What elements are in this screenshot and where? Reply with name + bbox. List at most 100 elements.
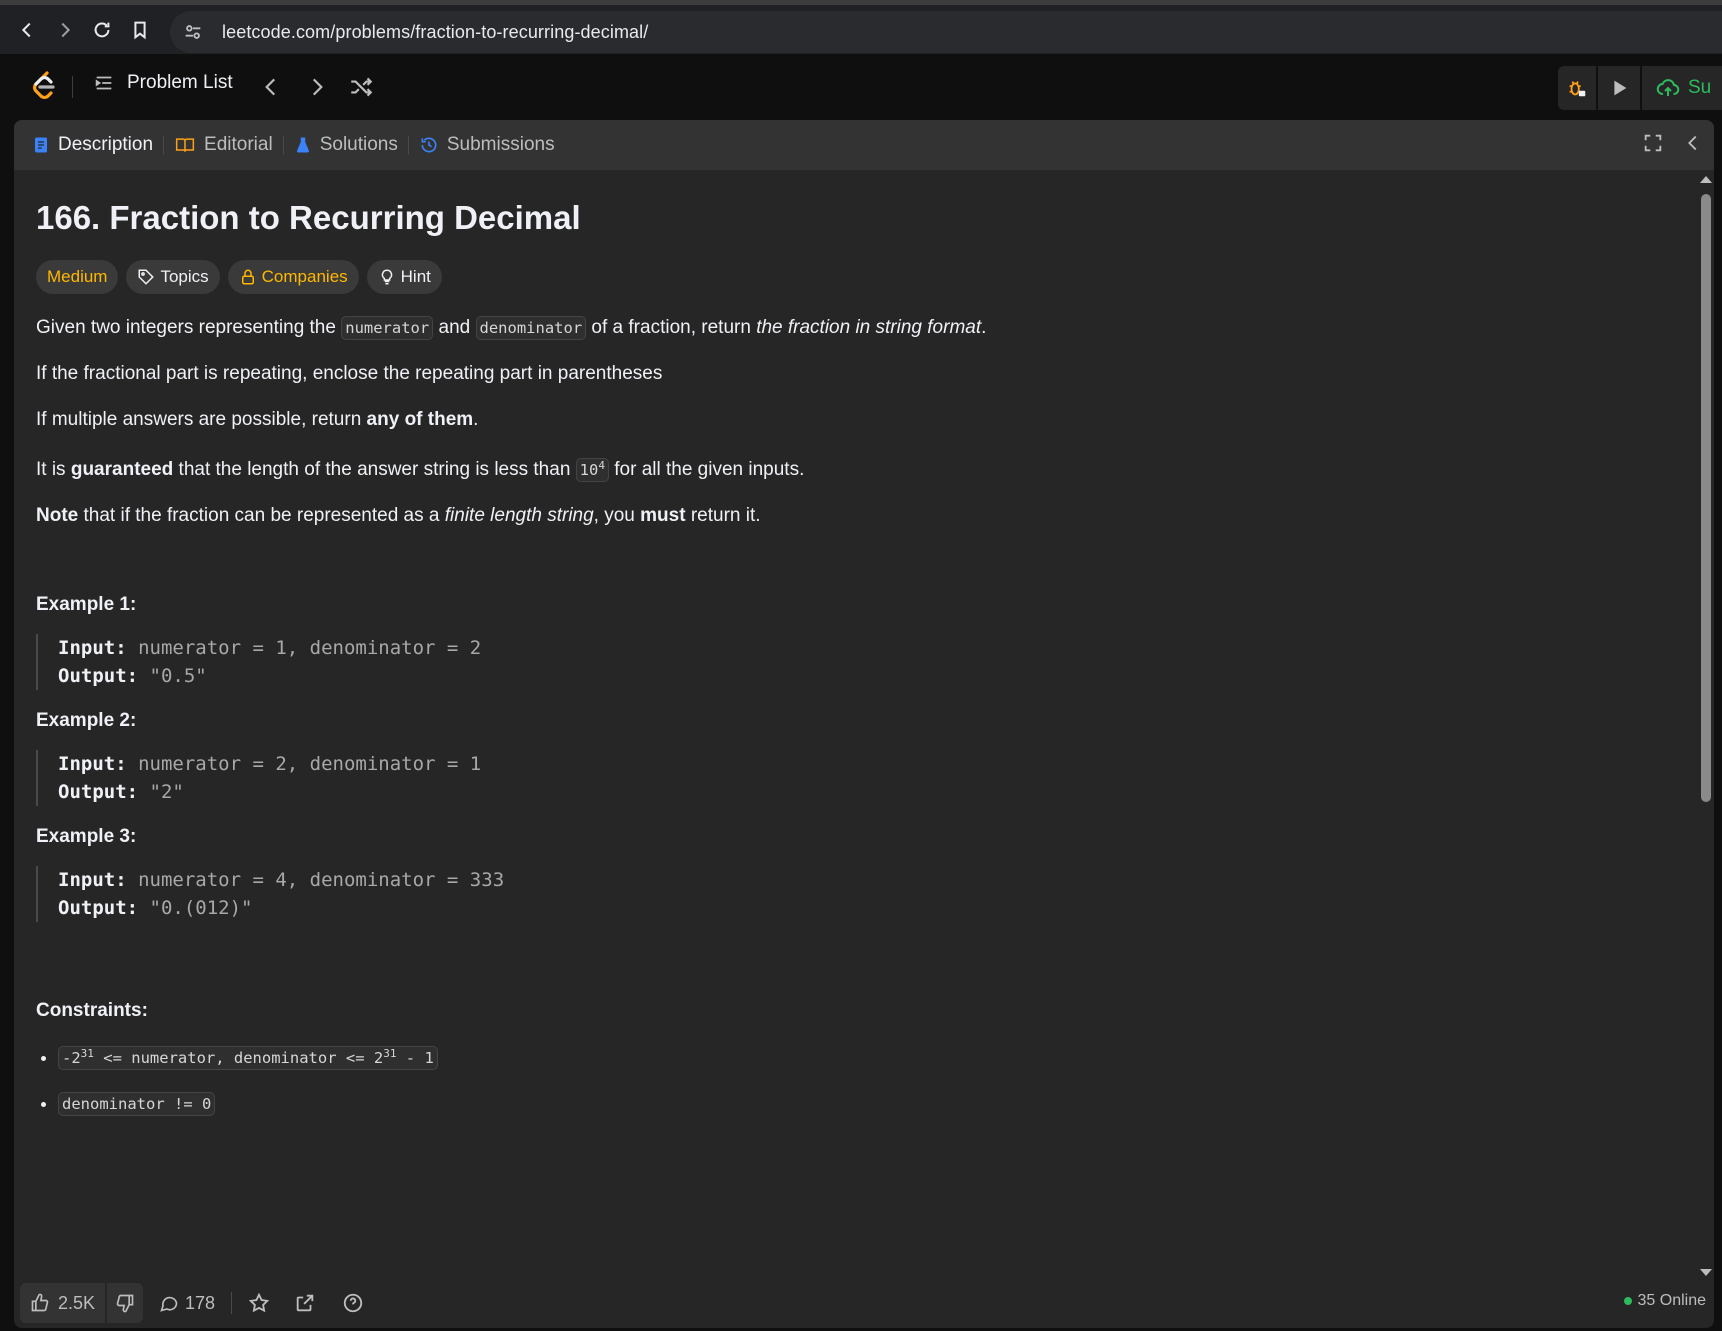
desc-text: , you — [593, 504, 641, 526]
desc-text: for all the given inputs. — [608, 458, 805, 480]
footer-divider — [231, 1292, 233, 1314]
output-value: "0.5" — [138, 664, 207, 687]
tab-solutions-label: Solutions — [319, 134, 398, 155]
code-exponent: 31 — [80, 1046, 94, 1060]
reload-icon[interactable] — [83, 11, 121, 49]
scrollbar[interactable] — [1698, 176, 1712, 1276]
problem-content: 166. Fraction to Recurring Decimal Mediu… — [36, 170, 1676, 1270]
comments-button[interactable]: 178 — [159, 1293, 215, 1314]
description-paragraph: It is guaranteed that the length of the … — [36, 452, 1676, 484]
cloud-upload-icon — [1656, 79, 1680, 96]
dislike-button[interactable] — [105, 1283, 144, 1323]
run-icon[interactable] — [1598, 66, 1640, 110]
tab-editorial-label: Editorial — [204, 134, 273, 155]
book-icon — [175, 138, 195, 152]
site-settings-icon[interactable] — [182, 21, 204, 43]
output-label: Output: — [58, 780, 139, 803]
desc-text: return it. — [685, 504, 761, 526]
tab-editorial[interactable]: Editorial — [174, 134, 273, 156]
hint-tag[interactable]: Hint — [366, 259, 442, 294]
output-label: Output: — [58, 896, 139, 919]
bookmark-icon[interactable] — [121, 11, 159, 49]
nav-divider — [72, 76, 73, 98]
inline-code: 104 — [575, 457, 609, 482]
debug-icon[interactable] — [1558, 66, 1596, 110]
code-exponent: 31 — [383, 1046, 397, 1060]
problem-list-button[interactable]: Problem List — [93, 72, 233, 94]
hint-label: Hint — [400, 266, 431, 286]
leetcode-navbar: Problem List Su — [0, 54, 1722, 119]
desc-text: that if the fraction can be represented … — [78, 504, 445, 526]
lock-icon — [241, 269, 254, 285]
companies-tag[interactable]: Companies — [227, 259, 359, 294]
list-item: -231 <= numerator, denominator <= 231 - … — [58, 1040, 1676, 1072]
problem-title[interactable]: 166. Fraction to Recurring Decimal — [36, 198, 1676, 238]
history-icon — [421, 137, 437, 153]
url-text: leetcode.com/problems/fraction-to-recurr… — [222, 21, 649, 42]
online-count: 35 Online — [1637, 1292, 1707, 1309]
desc-text: . — [473, 408, 479, 430]
tab-description[interactable]: Description — [32, 134, 153, 156]
example-output-line: Output: "2" — [58, 778, 1676, 806]
example-block: Input: numerator = 2, denominator = 1 Ou… — [36, 749, 1676, 806]
favorite-button[interactable] — [248, 1292, 270, 1314]
problem-tags: Medium Topics Companies Hint — [36, 259, 1676, 294]
example-title: Example 3: — [36, 825, 137, 847]
tab-submissions-label: Submissions — [446, 134, 555, 155]
example-input-line: Input: numerator = 1, denominator = 2 — [58, 634, 1676, 662]
code-part: <= numerator, denominator <= 2 — [93, 1048, 384, 1067]
example-title: Example 1: — [36, 593, 137, 615]
difficulty-badge: Medium — [36, 259, 119, 294]
list-icon — [95, 76, 112, 90]
example-output-line: Output: "0.5" — [58, 662, 1676, 690]
code-part: - 1 — [396, 1048, 434, 1067]
input-label: Input: — [58, 868, 127, 891]
desc-emphasis: the fraction in string format — [756, 316, 982, 338]
desc-bold: Note — [36, 504, 79, 526]
inline-code: denominator — [475, 315, 587, 340]
desc-text: . — [981, 316, 987, 338]
lightbulb-icon — [381, 269, 392, 285]
topics-tag[interactable]: Topics — [126, 259, 220, 294]
input-label: Input: — [58, 636, 127, 659]
desc-emphasis: finite length string — [444, 504, 594, 526]
topics-label: Topics — [160, 266, 209, 286]
online-dot-icon — [1623, 1297, 1632, 1305]
input-value: numerator = 2, denominator = 1 — [126, 752, 482, 775]
back-icon[interactable] — [8, 11, 46, 49]
example-input-line: Input: numerator = 2, denominator = 1 — [58, 750, 1676, 778]
code-exponent: 4 — [598, 458, 605, 472]
tab-submissions[interactable]: Submissions — [419, 134, 555, 156]
help-button[interactable] — [342, 1292, 364, 1314]
comment-icon — [160, 1296, 178, 1312]
leetcode-logo-icon[interactable] — [30, 70, 58, 102]
shuffle-icon[interactable] — [348, 74, 374, 100]
output-label: Output: — [58, 664, 139, 687]
collapse-panel-icon[interactable] — [1682, 132, 1704, 154]
tab-solutions[interactable]: Solutions — [294, 134, 398, 156]
description-paragraph: Note that if the fraction can be represe… — [36, 502, 1676, 530]
address-bar[interactable]: leetcode.com/problems/fraction-to-recurr… — [170, 11, 1722, 53]
desc-bold: guaranteed — [70, 458, 174, 480]
input-value: numerator = 4, denominator = 333 — [126, 868, 505, 891]
vote-group: 2.5K — [20, 1283, 144, 1323]
submit-button[interactable]: Su — [1642, 66, 1722, 110]
scroll-thumb[interactable] — [1701, 194, 1711, 802]
constraint-code: -231 <= numerator, denominator <= 231 - … — [58, 1045, 438, 1070]
fullscreen-icon[interactable] — [1642, 132, 1664, 154]
prev-problem-icon[interactable] — [258, 74, 284, 100]
comment-count: 178 — [185, 1292, 216, 1313]
inline-code: numerator — [341, 315, 434, 340]
scroll-down-arrow[interactable] — [1700, 1269, 1712, 1276]
share-button[interactable] — [294, 1292, 316, 1314]
example-input-line: Input: numerator = 4, denominator = 333 — [58, 866, 1676, 894]
problem-list-label: Problem List — [127, 72, 233, 93]
description-panel: Description Editorial Solutions Submissi… — [14, 120, 1714, 1328]
scroll-up-arrow[interactable] — [1700, 176, 1712, 183]
like-button[interactable]: 2.5K — [20, 1283, 106, 1323]
tab-divider — [407, 136, 409, 154]
output-value: "2" — [138, 780, 184, 803]
forward-icon[interactable] — [46, 11, 84, 49]
description-paragraph: Given two integers representing the nume… — [36, 314, 1676, 342]
next-problem-icon[interactable] — [304, 74, 330, 100]
